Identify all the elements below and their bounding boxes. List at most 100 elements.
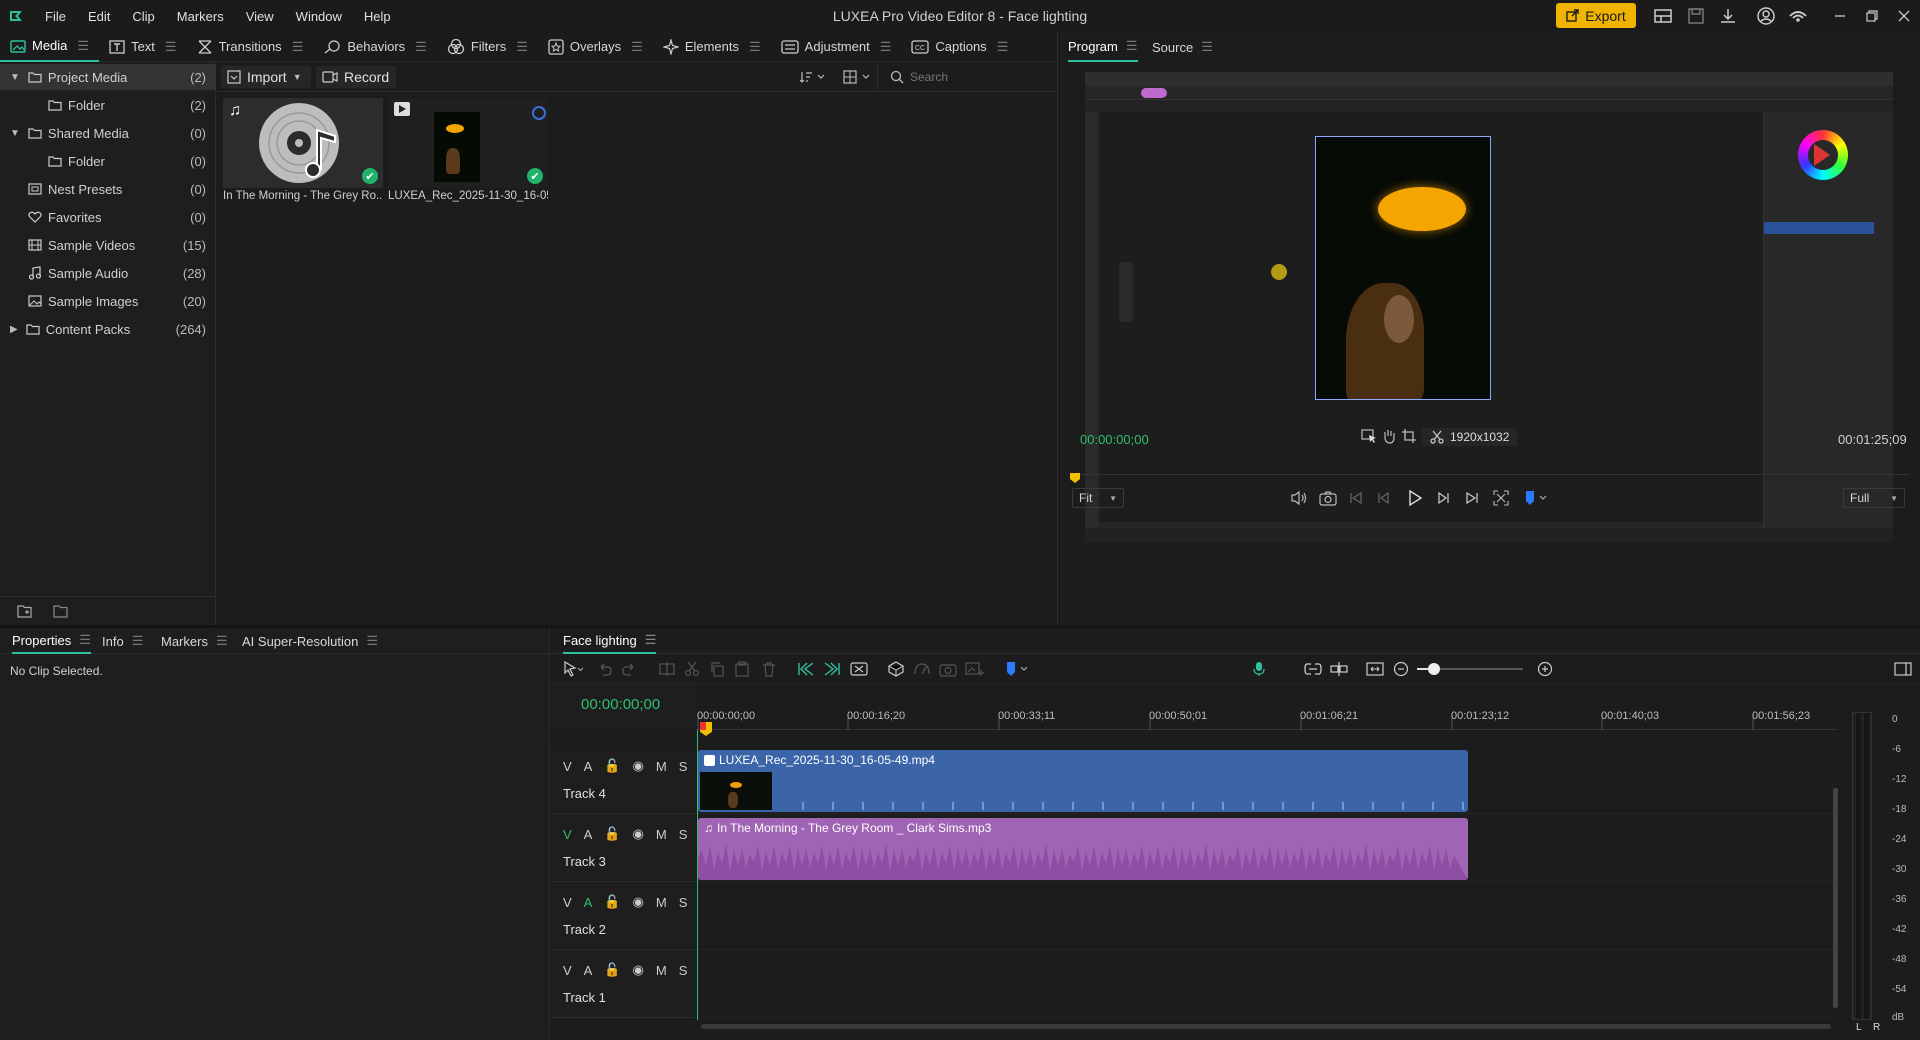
track-video-toggle[interactable]: V — [563, 759, 572, 774]
volume-icon[interactable] — [1290, 490, 1308, 506]
track-video-toggle[interactable]: V — [563, 827, 572, 842]
export-button[interactable]: Export — [1556, 3, 1636, 28]
tab-captions[interactable]: CC Captions ☰ — [901, 32, 1018, 62]
media-item-video[interactable]: ✔ — [388, 98, 548, 188]
paste-icon[interactable] — [734, 661, 750, 677]
eye-icon[interactable]: ◉ — [633, 962, 644, 978]
track-lane[interactable] — [696, 950, 1836, 1018]
tree-shared-media[interactable]: ▼ Shared Media (0) — [0, 120, 216, 146]
ripple-icon[interactable] — [850, 661, 868, 677]
tab-info[interactable]: Info ☰ — [102, 628, 143, 654]
save-icon[interactable] — [1686, 6, 1706, 26]
previous-frame-icon[interactable] — [1376, 490, 1392, 506]
media-item-audio[interactable]: ♫ ✔ — [223, 98, 383, 188]
sort-icon[interactable] — [799, 70, 825, 84]
tab-properties[interactable]: Properties ☰ — [12, 628, 91, 654]
menu-icon[interactable]: ☰ — [631, 39, 643, 55]
track-solo[interactable]: S — [679, 759, 688, 774]
quality-dropdown[interactable]: Full ▼ — [1843, 488, 1905, 508]
marker-icon[interactable] — [1005, 661, 1031, 677]
undo-icon[interactable] — [597, 661, 613, 677]
microphone-icon[interactable] — [1252, 661, 1266, 677]
horizontal-scrollbar[interactable] — [701, 1024, 1831, 1029]
menu-icon[interactable]: ☰ — [216, 633, 228, 649]
minimize-icon[interactable] — [1830, 6, 1850, 26]
eye-icon[interactable]: ◉ — [633, 758, 644, 774]
tab-markers[interactable]: Markers ☰ — [161, 628, 228, 654]
panel-layout-icon[interactable] — [1894, 661, 1912, 677]
menu-help[interactable]: Help — [353, 9, 402, 24]
tree-favorites[interactable]: Favorites (0) — [0, 204, 216, 230]
crop-icon[interactable] — [1401, 428, 1417, 444]
track-mute[interactable]: M — [656, 963, 667, 978]
lock-icon[interactable]: 🔓 — [604, 758, 620, 774]
hand-tool-icon[interactable] — [1381, 428, 1397, 444]
menu-icon[interactable]: ☰ — [1126, 38, 1138, 54]
fit-timeline-icon[interactable] — [1366, 661, 1384, 677]
timeline-timecode[interactable]: 00:00:00;00 — [581, 696, 660, 713]
tab-elements[interactable]: Elements ☰ — [653, 32, 771, 62]
delete-icon[interactable] — [761, 661, 777, 677]
menu-icon[interactable]: ☰ — [1201, 39, 1213, 55]
connect-icon[interactable] — [1788, 6, 1808, 26]
menu-clip[interactable]: Clip — [121, 9, 165, 24]
timeline-ruler[interactable] — [696, 684, 1838, 736]
zoom-in-icon[interactable] — [1537, 661, 1553, 677]
tree-content-packs[interactable]: ▶ Content Packs (264) — [0, 316, 216, 342]
chevron-down-icon[interactable]: ▼ — [10, 72, 20, 83]
menu-icon[interactable]: ☰ — [77, 38, 89, 54]
tab-program[interactable]: Program ☰ — [1068, 32, 1138, 62]
tab-sequence[interactable]: Face lighting ☰ — [563, 628, 657, 654]
resolution-button[interactable]: 1920x1032 — [1422, 428, 1518, 446]
tab-text[interactable]: Text ☰ — [99, 32, 187, 62]
tab-behaviors[interactable]: Behaviors ☰ — [313, 32, 436, 62]
tab-adjustment[interactable]: Adjustment ☰ — [771, 32, 902, 62]
track-solo[interactable]: S — [679, 963, 688, 978]
eye-icon[interactable]: ◉ — [633, 894, 644, 910]
tree-folder[interactable]: Folder (0) — [0, 148, 216, 174]
menu-file[interactable]: File — [34, 9, 77, 24]
tree-sample-videos[interactable]: Sample Videos (15) — [0, 232, 216, 258]
tab-media[interactable]: Media ☰ — [0, 32, 100, 62]
link-icon[interactable] — [1304, 661, 1322, 677]
folder-icon[interactable] — [53, 604, 69, 618]
menu-markers[interactable]: Markers — [166, 9, 235, 24]
snapshot-icon[interactable] — [939, 661, 957, 677]
lock-icon[interactable]: 🔓 — [604, 826, 620, 842]
record-button[interactable]: Record — [316, 66, 396, 88]
track-audio-toggle[interactable]: A — [584, 895, 593, 910]
layout-icon[interactable] — [1653, 6, 1673, 26]
program-scrubber[interactable] — [1070, 473, 1910, 483]
tree-project-media[interactable]: ▼ Project Media (2) — [0, 64, 216, 90]
selection-tool-icon[interactable] — [1361, 428, 1377, 444]
fullscreen-icon[interactable] — [1493, 490, 1509, 506]
preview-canvas[interactable] — [1085, 72, 1893, 542]
account-icon[interactable] — [1756, 6, 1776, 26]
fit-dropdown[interactable]: Fit ▼ — [1072, 488, 1124, 508]
chevron-right-icon[interactable]: ▶ — [10, 324, 18, 335]
lock-icon[interactable]: 🔓 — [604, 894, 620, 910]
restore-icon[interactable] — [1862, 6, 1882, 26]
pointer-tool-icon[interactable] — [563, 661, 585, 677]
tab-transitions[interactable]: Transitions ☰ — [187, 32, 314, 62]
track-video-toggle[interactable]: V — [563, 963, 572, 978]
media-replace-icon[interactable] — [965, 661, 985, 677]
chevron-down-icon[interactable]: ▼ — [10, 128, 20, 139]
go-to-start-icon[interactable] — [1348, 490, 1364, 506]
track-lane[interactable] — [696, 882, 1836, 950]
track-audio-toggle[interactable]: A — [584, 759, 593, 774]
snapshot-icon[interactable] — [1319, 490, 1337, 506]
scissors-icon[interactable] — [684, 661, 700, 677]
track-audio-toggle[interactable]: A — [584, 827, 593, 842]
tab-ai-super-resolution[interactable]: AI Super-Resolution ☰ — [242, 628, 378, 654]
marker-icon[interactable] — [1524, 490, 1550, 506]
eye-icon[interactable]: ◉ — [633, 826, 644, 842]
track-mute[interactable]: M — [656, 827, 667, 842]
track-solo[interactable]: S — [679, 827, 688, 842]
track-lane[interactable]: LUXEA_Rec_2025-11-30_16-05-49.mp4 — [696, 746, 1836, 814]
jump-end-icon[interactable] — [823, 661, 841, 677]
search-box[interactable] — [877, 62, 1056, 92]
menu-view[interactable]: View — [235, 9, 285, 24]
jump-start-icon[interactable] — [797, 661, 815, 677]
tab-overlays[interactable]: Overlays ☰ — [538, 32, 653, 62]
